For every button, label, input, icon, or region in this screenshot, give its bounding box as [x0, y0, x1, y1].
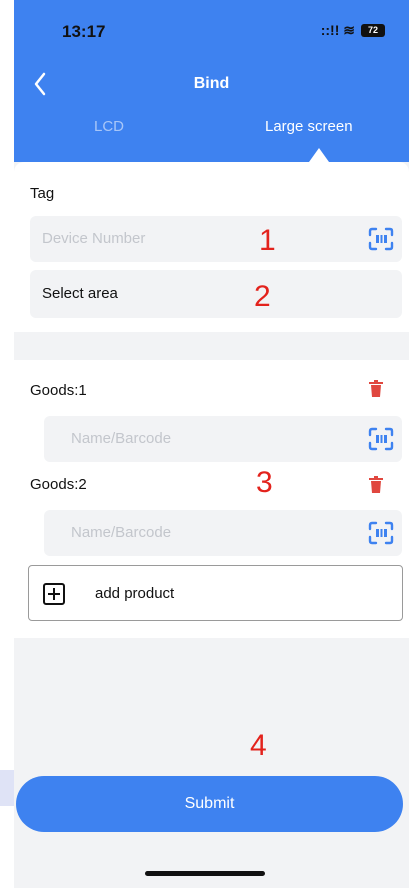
goods-2-placeholder: Name/Barcode: [71, 524, 172, 541]
scan-icon[interactable]: [368, 427, 394, 451]
tab-large-screen[interactable]: Large screen: [265, 118, 353, 135]
select-area-dropdown[interactable]: Select area: [30, 270, 402, 318]
annotation-1: 1: [259, 224, 276, 257]
active-tab-indicator: [309, 148, 329, 162]
add-product-button[interactable]: add product: [28, 565, 403, 621]
tag-label: Tag: [30, 185, 55, 202]
trash-icon[interactable]: [368, 476, 384, 494]
device-number-input[interactable]: Device Number: [30, 216, 402, 262]
plus-icon: [43, 583, 65, 605]
annotation-4: 4: [250, 729, 267, 762]
goods-1-placeholder: Name/Barcode: [71, 430, 172, 447]
add-product-label: add product: [95, 585, 175, 602]
goods-1-label: Goods:1: [30, 382, 87, 399]
goods-2-label: Goods:2: [30, 476, 87, 493]
home-indicator: [145, 871, 265, 876]
app-header: 13:17 ::!! ≋ 72 Bind LCD Large screen: [14, 0, 409, 162]
battery-icon: 72: [361, 24, 385, 37]
background-strip: [0, 770, 14, 806]
phone-screen: 13:17 ::!! ≋ 72 Bind LCD Large screen Ta…: [14, 0, 409, 888]
status-time: 13:17: [62, 22, 106, 41]
select-area-label: Select area: [42, 285, 118, 302]
status-icons: ::!! ≋ 72: [321, 22, 385, 39]
submit-button[interactable]: Submit: [16, 776, 403, 832]
trash-icon[interactable]: [368, 380, 384, 398]
page-title: Bind: [193, 75, 230, 92]
scan-icon[interactable]: [368, 521, 394, 545]
device-number-placeholder: Device Number: [42, 230, 146, 247]
goods-1-input[interactable]: Name/Barcode: [44, 416, 402, 462]
annotation-2: 2: [254, 280, 271, 313]
annotation-3: 3: [256, 466, 273, 499]
scan-icon[interactable]: [368, 227, 394, 251]
tab-lcd[interactable]: LCD: [94, 118, 124, 135]
goods-2-input[interactable]: Name/Barcode: [44, 510, 402, 556]
signal-wifi-icon: ::!! ≋: [320, 22, 355, 38]
